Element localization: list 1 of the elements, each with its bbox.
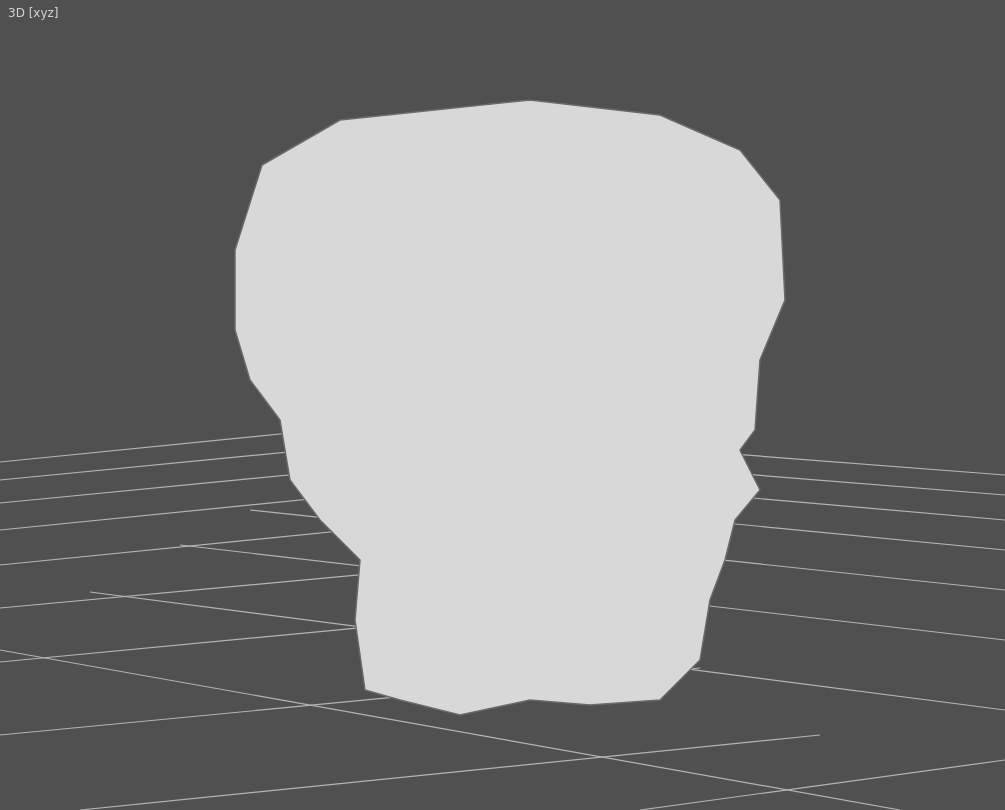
- viewport-label: 3D [xyz]: [8, 5, 59, 22]
